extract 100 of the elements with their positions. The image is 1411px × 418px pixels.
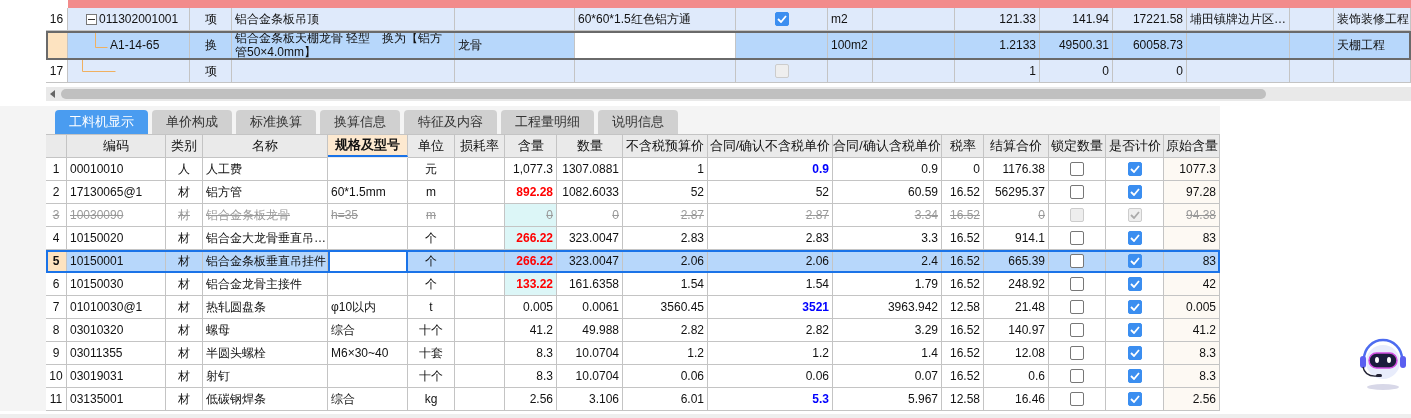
table-cell: 0.07: [833, 365, 942, 388]
checkbox[interactable]: [1127, 185, 1142, 199]
table-cell: 41.2: [1164, 319, 1220, 342]
table-cell: 项: [190, 60, 232, 83]
table-cell: [455, 342, 505, 365]
checkbox[interactable]: [1127, 162, 1142, 176]
tab[interactable]: 工程量明细: [501, 110, 594, 134]
table-cell: 热轧圆盘条: [203, 296, 328, 319]
table-cell: [1290, 60, 1334, 83]
column-header[interactable]: 数量: [557, 135, 623, 158]
table-cell: 材: [166, 273, 203, 296]
checkbox[interactable]: [1070, 231, 1084, 245]
table-cell: t: [408, 296, 455, 319]
table-cell: 1.54: [708, 273, 833, 296]
column-header[interactable]: 损耗率: [455, 135, 505, 158]
row-number: 2: [46, 181, 67, 204]
table-cell: 01010030@1: [67, 296, 166, 319]
table-cell: 16.52: [942, 273, 984, 296]
column-header[interactable]: 是否计价: [1106, 135, 1164, 158]
column-header[interactable]: 单位: [408, 135, 455, 158]
column-header[interactable]: 规格及型号: [328, 135, 408, 157]
column-header[interactable]: 合同/确认含税单价: [833, 135, 942, 158]
horizontal-scrollbar[interactable]: [46, 87, 1411, 101]
tab[interactable]: 换算信息: [320, 110, 400, 134]
table-cell: 0: [984, 204, 1049, 227]
table-cell: 低碳钢焊条: [203, 388, 328, 411]
checkbox[interactable]: [1070, 185, 1084, 199]
table-cell: 1.54: [623, 273, 708, 296]
column-header[interactable]: 不含税预算价: [623, 135, 708, 158]
tab[interactable]: 特征及内容: [404, 110, 497, 134]
table-cell: 元: [408, 158, 455, 181]
table-cell: 2.87: [708, 204, 833, 227]
table-cell: 0.005: [1164, 296, 1220, 319]
table-cell: 00010010: [67, 158, 166, 181]
column-header[interactable]: 锁定数量: [1049, 135, 1106, 158]
checkbox[interactable]: [1070, 300, 1084, 314]
checkbox[interactable]: [1127, 208, 1142, 222]
table-cell: 5.967: [833, 388, 942, 411]
table-cell: 铝方管: [203, 181, 328, 204]
table-cell: 综合: [328, 388, 408, 411]
code-text: A1-14-65: [110, 38, 160, 52]
checkbox[interactable]: [1070, 346, 1084, 360]
table-cell: 10.0704: [557, 365, 623, 388]
row-number: 7: [46, 296, 67, 319]
tab[interactable]: 单价构成: [152, 110, 232, 134]
table-cell: 49.988: [557, 319, 623, 342]
checkbox[interactable]: [1070, 208, 1084, 222]
collapse-icon[interactable]: [86, 13, 97, 25]
checkbox[interactable]: [1070, 323, 1084, 337]
checkbox[interactable]: [1070, 277, 1084, 291]
column-header[interactable]: 含量: [505, 135, 557, 158]
table-cell: 0: [505, 204, 557, 227]
table-cell: 3560.45: [623, 296, 708, 319]
table-cell: 16.52: [942, 204, 984, 227]
checkbox[interactable]: [1127, 346, 1142, 360]
checkbox[interactable]: [1070, 369, 1084, 383]
table-cell: 133.22: [505, 273, 557, 296]
checkbox[interactable]: [1127, 231, 1142, 245]
table-cell: 螺母: [203, 319, 328, 342]
table-cell: [455, 319, 505, 342]
table-cell: 1.2: [708, 342, 833, 365]
tree-line-icon: [82, 60, 116, 72]
table-cell: 半圆头螺栓: [203, 342, 328, 365]
table-cell: 0.06: [623, 365, 708, 388]
table-cell: 8.3: [1164, 342, 1220, 365]
table-cell: 97.28: [1164, 181, 1220, 204]
column-header[interactable]: 税率: [942, 135, 984, 158]
table-cell: 16.46: [984, 388, 1049, 411]
checkbox[interactable]: [1127, 254, 1142, 268]
tab[interactable]: 标准换算: [236, 110, 316, 134]
table-cell: 1: [955, 60, 1040, 83]
checkbox[interactable]: [1127, 392, 1142, 406]
checkbox[interactable]: [1070, 162, 1084, 176]
checkbox[interactable]: [1127, 323, 1142, 337]
table-cell: 0: [1040, 60, 1113, 83]
checkbox[interactable]: [1070, 254, 1084, 268]
checkbox[interactable]: [1127, 300, 1142, 314]
table-cell: 1307.0881: [557, 158, 623, 181]
table-cell: 3521: [708, 296, 833, 319]
code-text: 011302001001: [99, 12, 179, 26]
column-header[interactable]: 合同/确认不含税单价: [708, 135, 833, 158]
row-number: 10: [46, 365, 67, 388]
column-header[interactable]: 类别: [166, 135, 203, 158]
tab[interactable]: 说明信息: [598, 110, 678, 134]
row-number: 16: [46, 8, 68, 31]
column-header[interactable]: 结算合价: [984, 135, 1049, 158]
table-cell: 2.56: [505, 388, 557, 411]
checkbox[interactable]: [1127, 277, 1142, 291]
column-header[interactable]: 编码: [67, 135, 166, 158]
table-cell: 材: [166, 319, 203, 342]
table-cell: 03019031: [67, 365, 166, 388]
checkbox[interactable]: [774, 12, 789, 26]
table-cell: 52: [708, 181, 833, 204]
table-cell: 材: [166, 204, 203, 227]
row-number: 1: [46, 158, 67, 181]
table-cell: 2.06: [708, 250, 833, 273]
table-cell: 1,077.3: [505, 158, 557, 181]
checkbox[interactable]: [1070, 392, 1084, 406]
checkbox[interactable]: [1127, 369, 1142, 383]
table-cell: 10.0704: [557, 342, 623, 365]
